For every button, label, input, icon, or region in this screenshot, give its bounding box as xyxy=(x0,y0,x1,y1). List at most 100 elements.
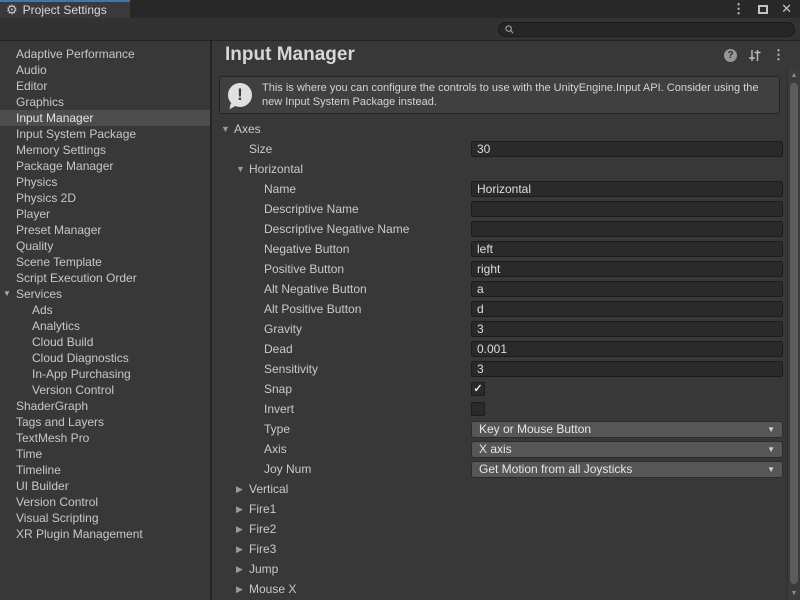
input-sensitivity[interactable]: 3 xyxy=(471,361,783,377)
sidebar-item-in-app-purchasing[interactable]: In-App Purchasing xyxy=(0,366,210,382)
foldout-open-icon[interactable]: ▼ xyxy=(236,164,249,174)
sidebar-item-cloud-diagnostics[interactable]: Cloud Diagnostics xyxy=(0,350,210,366)
foldout-open-icon[interactable]: ▼ xyxy=(3,286,11,302)
row-label: Invert xyxy=(264,402,294,416)
close-icon[interactable]: ✕ xyxy=(781,1,792,17)
input-dead[interactable]: 0.001 xyxy=(471,341,783,357)
row-label[interactable]: Jump xyxy=(249,562,278,576)
input-negative-button[interactable]: left xyxy=(471,241,783,257)
page-title: Input Manager xyxy=(225,44,724,66)
foldout-open-icon[interactable]: ▼ xyxy=(221,124,234,134)
sidebar-item-label: Visual Scripting xyxy=(16,511,99,525)
settings-row-snap: Snap✓ xyxy=(212,379,787,399)
sidebar-item-textmesh-pro[interactable]: TextMesh Pro xyxy=(0,430,210,446)
sidebar-item-cloud-build[interactable]: Cloud Build xyxy=(0,334,210,350)
input-name[interactable]: Horizontal xyxy=(471,181,783,197)
window-body: Adaptive PerformanceAudioEditorGraphicsI… xyxy=(0,41,800,600)
dropdown-type[interactable]: Key or Mouse Button▼ xyxy=(471,421,783,438)
sidebar-item-package-manager[interactable]: Package Manager xyxy=(0,158,210,174)
row-label[interactable]: Vertical xyxy=(249,482,288,496)
checkbox-snap[interactable]: ✓ xyxy=(471,382,485,396)
dropdown-arrow-icon: ▼ xyxy=(767,425,775,434)
row-label[interactable]: Fire2 xyxy=(249,522,276,536)
settings-row-fire3: ▶Fire3 xyxy=(212,539,787,559)
sidebar-item-label: Audio xyxy=(16,63,47,77)
sidebar-item-adaptive-performance[interactable]: Adaptive Performance xyxy=(0,46,210,62)
dropdown-axis[interactable]: X axis▼ xyxy=(471,441,783,458)
input-size[interactable]: 30 xyxy=(471,141,783,157)
foldout-closed-icon[interactable]: ▶ xyxy=(236,564,249,575)
sidebar-item-input-system-package[interactable]: Input System Package xyxy=(0,126,210,142)
sidebar-item-label: Input Manager xyxy=(16,111,93,125)
sidebar-item-quality[interactable]: Quality xyxy=(0,238,210,254)
sidebar-item-preset-manager[interactable]: Preset Manager xyxy=(0,222,210,238)
sidebar-item-physics[interactable]: Physics xyxy=(0,174,210,190)
sidebar-item-visual-scripting[interactable]: Visual Scripting xyxy=(0,510,210,526)
sidebar-item-time[interactable]: Time xyxy=(0,446,210,462)
tab-project-settings[interactable]: ⚙ Project Settings xyxy=(0,0,130,18)
settings-row-positive-button: Positive Buttonright xyxy=(212,259,787,279)
presets-icon[interactable] xyxy=(748,49,761,62)
sidebar-item-graphics[interactable]: Graphics xyxy=(0,94,210,110)
sidebar-item-ui-builder[interactable]: UI Builder xyxy=(0,478,210,494)
input-gravity[interactable]: 3 xyxy=(471,321,783,337)
sidebar-item-services[interactable]: ▼Services xyxy=(0,286,210,302)
foldout-closed-icon[interactable]: ▶ xyxy=(236,524,249,535)
sidebar-item-tags-and-layers[interactable]: Tags and Layers xyxy=(0,414,210,430)
row-label[interactable]: Axes xyxy=(234,122,261,136)
sidebar-item-label: Time xyxy=(16,447,42,461)
sidebar-list: Adaptive PerformanceAudioEditorGraphicsI… xyxy=(0,46,210,542)
more-icon[interactable]: ⋮ xyxy=(772,47,785,63)
sidebar-item-label: In-App Purchasing xyxy=(32,367,131,381)
sidebar-item-analytics[interactable]: Analytics xyxy=(0,318,210,334)
sidebar-item-label: Version Control xyxy=(16,495,98,509)
input-positive-button[interactable]: right xyxy=(471,261,783,277)
sidebar-item-editor[interactable]: Editor xyxy=(0,78,210,94)
search-input[interactable] xyxy=(518,24,768,36)
sidebar-item-ads[interactable]: Ads xyxy=(0,302,210,318)
settings-row-alt-positive-button: Alt Positive Buttond xyxy=(212,299,787,319)
foldout-closed-icon[interactable]: ▶ xyxy=(236,484,249,495)
input-alt-positive-button[interactable]: d xyxy=(471,301,783,317)
sidebar-item-label: Script Execution Order xyxy=(16,271,137,285)
sidebar-item-timeline[interactable]: Timeline xyxy=(0,462,210,478)
sidebar-item-scene-template[interactable]: Scene Template xyxy=(0,254,210,270)
input-descriptive-negative-name[interactable] xyxy=(471,221,783,237)
row-label[interactable]: Fire1 xyxy=(249,502,276,516)
settings-row-gravity: Gravity3 xyxy=(212,319,787,339)
sidebar-item-label: TextMesh Pro xyxy=(16,431,89,445)
row-label[interactable]: Horizontal xyxy=(249,162,303,176)
foldout-closed-icon[interactable]: ▶ xyxy=(236,544,249,555)
window-controls: ⋮ ✕ xyxy=(732,0,792,18)
sidebar-item-xr-plugin-management[interactable]: XR Plugin Management xyxy=(0,526,210,542)
scroll-down-icon[interactable]: ▼ xyxy=(788,590,800,597)
foldout-closed-icon[interactable]: ▶ xyxy=(236,504,249,515)
sidebar-item-label: Timeline xyxy=(16,463,61,477)
sidebar-item-shadergraph[interactable]: ShaderGraph xyxy=(0,398,210,414)
search-box[interactable] xyxy=(498,22,795,37)
foldout-closed-icon[interactable]: ▶ xyxy=(236,584,249,595)
sidebar-item-audio[interactable]: Audio xyxy=(0,62,210,78)
checkbox-invert[interactable] xyxy=(471,402,485,416)
vertical-scrollbar[interactable]: ▲ ▼ xyxy=(787,69,800,600)
sidebar-item-physics-2d[interactable]: Physics 2D xyxy=(0,190,210,206)
main-header: Input Manager ? ⋮ xyxy=(212,41,800,69)
scrollbar-thumb[interactable] xyxy=(790,83,798,584)
sidebar-item-input-manager[interactable]: Input Manager xyxy=(0,110,210,126)
row-label[interactable]: Fire3 xyxy=(249,542,276,556)
window-menu-icon[interactable]: ⋮ xyxy=(732,1,745,17)
axes-rows: ▼AxesSize30▼HorizontalNameHorizontalDesc… xyxy=(212,119,787,599)
sidebar-item-version-control[interactable]: Version Control xyxy=(0,382,210,398)
sidebar-item-script-execution-order[interactable]: Script Execution Order xyxy=(0,270,210,286)
dropdown-joy-num[interactable]: Get Motion from all Joysticks▼ xyxy=(471,461,783,478)
scroll-up-icon[interactable]: ▲ xyxy=(788,72,800,79)
sidebar-item-version-control[interactable]: Version Control xyxy=(0,494,210,510)
sidebar-item-memory-settings[interactable]: Memory Settings xyxy=(0,142,210,158)
scroll-content: ! This is where you can configure the co… xyxy=(212,69,787,600)
help-icon[interactable]: ? xyxy=(724,49,737,62)
input-descriptive-name[interactable] xyxy=(471,201,783,217)
maximize-icon[interactable] xyxy=(758,5,768,14)
input-alt-negative-button[interactable]: a xyxy=(471,281,783,297)
sidebar-item-player[interactable]: Player xyxy=(0,206,210,222)
row-label[interactable]: Mouse X xyxy=(249,582,296,596)
